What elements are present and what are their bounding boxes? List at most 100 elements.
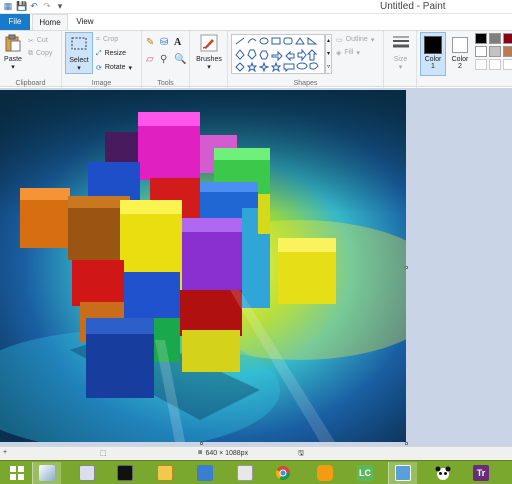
select-dropdown-icon[interactable]: ▾ <box>66 64 92 72</box>
outline-label: Outline <box>345 36 368 43</box>
tools-group: ✎ ⛁ A ▱ ⚲ 🔍 Tools <box>142 31 190 88</box>
scroll-down-icon[interactable]: ▾ <box>326 48 331 61</box>
select-button[interactable]: Select ▾ <box>65 32 93 74</box>
copy-button[interactable]: ⧉ Copy <box>28 48 52 59</box>
shapes-gallery[interactable] <box>231 34 325 74</box>
taskbar-calculator[interactable] <box>72 462 102 484</box>
eraser-icon[interactable]: ▱ <box>146 54 159 65</box>
taskbar-command-prompt[interactable] <box>110 462 140 484</box>
taskbar-chrome[interactable] <box>268 462 298 484</box>
text-icon[interactable]: A <box>174 37 187 48</box>
palette-swatch[interactable] <box>489 59 501 70</box>
canvas-resize-bottom-handle[interactable] <box>200 442 203 445</box>
color1-swatch <box>424 36 442 54</box>
typora-icon: Tr <box>473 465 489 481</box>
brushes-dropdown-icon: ▾ <box>207 64 211 71</box>
tab-view[interactable]: View <box>70 14 100 30</box>
fill-button[interactable]: ◈ Fill ▾ <box>336 47 360 58</box>
outline-dropdown-icon: ▾ <box>370 36 375 44</box>
resize-button[interactable]: ⤢ Resize <box>96 48 126 59</box>
palette-swatch[interactable] <box>475 33 487 44</box>
palette-swatch[interactable] <box>475 46 487 57</box>
tab-home[interactable]: Home <box>32 14 68 30</box>
image-dimensions: ⧈ 640 × 1088px <box>198 449 248 457</box>
paint-app-icon <box>39 465 55 481</box>
palette-swatch[interactable] <box>503 59 512 70</box>
crop-icon: ⌗ <box>96 35 100 43</box>
fill-label: Fill <box>344 49 354 56</box>
windows-start-icon <box>10 466 24 480</box>
palette-swatch[interactable] <box>475 59 487 70</box>
fill-bucket-icon[interactable]: ⛁ <box>160 37 173 48</box>
cursor-position: + <box>3 449 7 456</box>
taskbar-notes[interactable] <box>310 462 340 484</box>
taskbar-network[interactable] <box>190 462 220 484</box>
palette-swatch[interactable] <box>489 33 501 44</box>
rotate-button[interactable]: ⟳ Rotate ▾ <box>96 62 132 73</box>
taskbar-lc-app[interactable]: LC <box>350 462 380 484</box>
folder-icon <box>157 465 173 481</box>
paint-app-icon: ▦ <box>3 1 13 11</box>
disk-icon: 🖫 <box>298 450 304 457</box>
image-group-label: Image <box>91 80 112 87</box>
size-label: Size <box>393 56 408 63</box>
image-group: Select ▾ ⌗ Crop ⤢ Resize ⟳ Rotate ▾ Imag… <box>62 31 142 88</box>
select-label: Select <box>69 57 89 64</box>
tab-file[interactable]: File <box>0 14 30 30</box>
canvas-resize-corner-handle[interactable] <box>405 442 408 445</box>
drawing-canvas[interactable] <box>0 90 406 442</box>
taskbar-photos[interactable] <box>388 462 418 484</box>
pencil-icon[interactable]: ✎ <box>146 37 159 48</box>
crop-button[interactable]: ⌗ Crop <box>96 34 118 45</box>
gallery-more-icon[interactable]: ▿ <box>326 61 331 74</box>
taskbar-typora[interactable]: Tr <box>466 462 496 484</box>
size-group: Size ▾ <box>384 31 417 88</box>
work-area <box>0 88 512 446</box>
start-button[interactable] <box>2 462 32 484</box>
clipboard-group-label: Clipboard <box>15 80 46 87</box>
title-bar: ▦ 💾 ↶ ↷ ▾ Untitled - Paint <box>0 0 512 14</box>
palette-swatch[interactable] <box>503 33 512 44</box>
brushes-group: Brushes ▾ <box>190 31 228 88</box>
shapes-scrollbar[interactable]: ▴ ▾ ▿ <box>325 34 332 74</box>
taskbar-panda[interactable] <box>428 462 458 484</box>
canvas-image <box>0 90 406 442</box>
paste-dropdown-icon[interactable]: ▾ <box>2 63 24 71</box>
magnifier-icon[interactable]: 🔍 <box>174 54 187 65</box>
size-button[interactable]: Size ▾ <box>387 34 414 71</box>
cut-button[interactable]: ✂ Cut <box>28 35 48 46</box>
crosshair-icon: + <box>3 449 8 456</box>
color1-button[interactable]: Color 1 <box>420 32 446 76</box>
save-icon[interactable]: 💾 <box>16 1 27 11</box>
palette-swatch[interactable] <box>489 46 501 57</box>
color2-swatch <box>452 37 468 53</box>
redo-icon[interactable]: ↷ <box>42 1 52 11</box>
taskbar-file-explorer[interactable] <box>150 462 180 484</box>
resize-label: Resize <box>104 50 127 57</box>
color-palette <box>475 33 512 70</box>
paste-button[interactable]: Paste ▾ <box>2 34 24 71</box>
media-icon <box>237 465 253 481</box>
photo-icon <box>395 465 411 481</box>
size-dropdown-icon: ▾ <box>398 64 403 71</box>
selection-icon: ⬚ <box>100 450 107 457</box>
brushes-button[interactable]: Brushes ▾ <box>194 34 224 71</box>
line-size-icon <box>392 36 409 48</box>
color2-button[interactable]: Color 2 <box>448 32 472 70</box>
outline-button[interactable]: ▭ Outline ▾ <box>336 34 374 45</box>
cut-label: Cut <box>36 37 48 44</box>
taskbar-media[interactable] <box>230 462 260 484</box>
palette-swatch[interactable] <box>503 46 512 57</box>
color1-number: 1 <box>431 63 435 70</box>
customize-qat-icon[interactable]: ▾ <box>55 1 65 11</box>
color1-group: Color 1 <box>419 31 447 88</box>
image-dimensions-text: 640 × 1088px <box>205 449 249 457</box>
taskbar-paint[interactable] <box>32 462 62 484</box>
scroll-up-icon[interactable]: ▴ <box>326 35 331 48</box>
undo-icon[interactable]: ↶ <box>29 1 39 11</box>
canvas-resize-right-handle[interactable] <box>405 266 408 269</box>
color-picker-icon[interactable]: ⚲ <box>160 54 173 65</box>
clipboard-group: Paste ▾ ✂ Cut ⧉ Copy Clipboard <box>0 31 62 88</box>
rotate-icon: ⟳ <box>96 64 102 72</box>
shapes-gallery-icons <box>235 37 319 73</box>
